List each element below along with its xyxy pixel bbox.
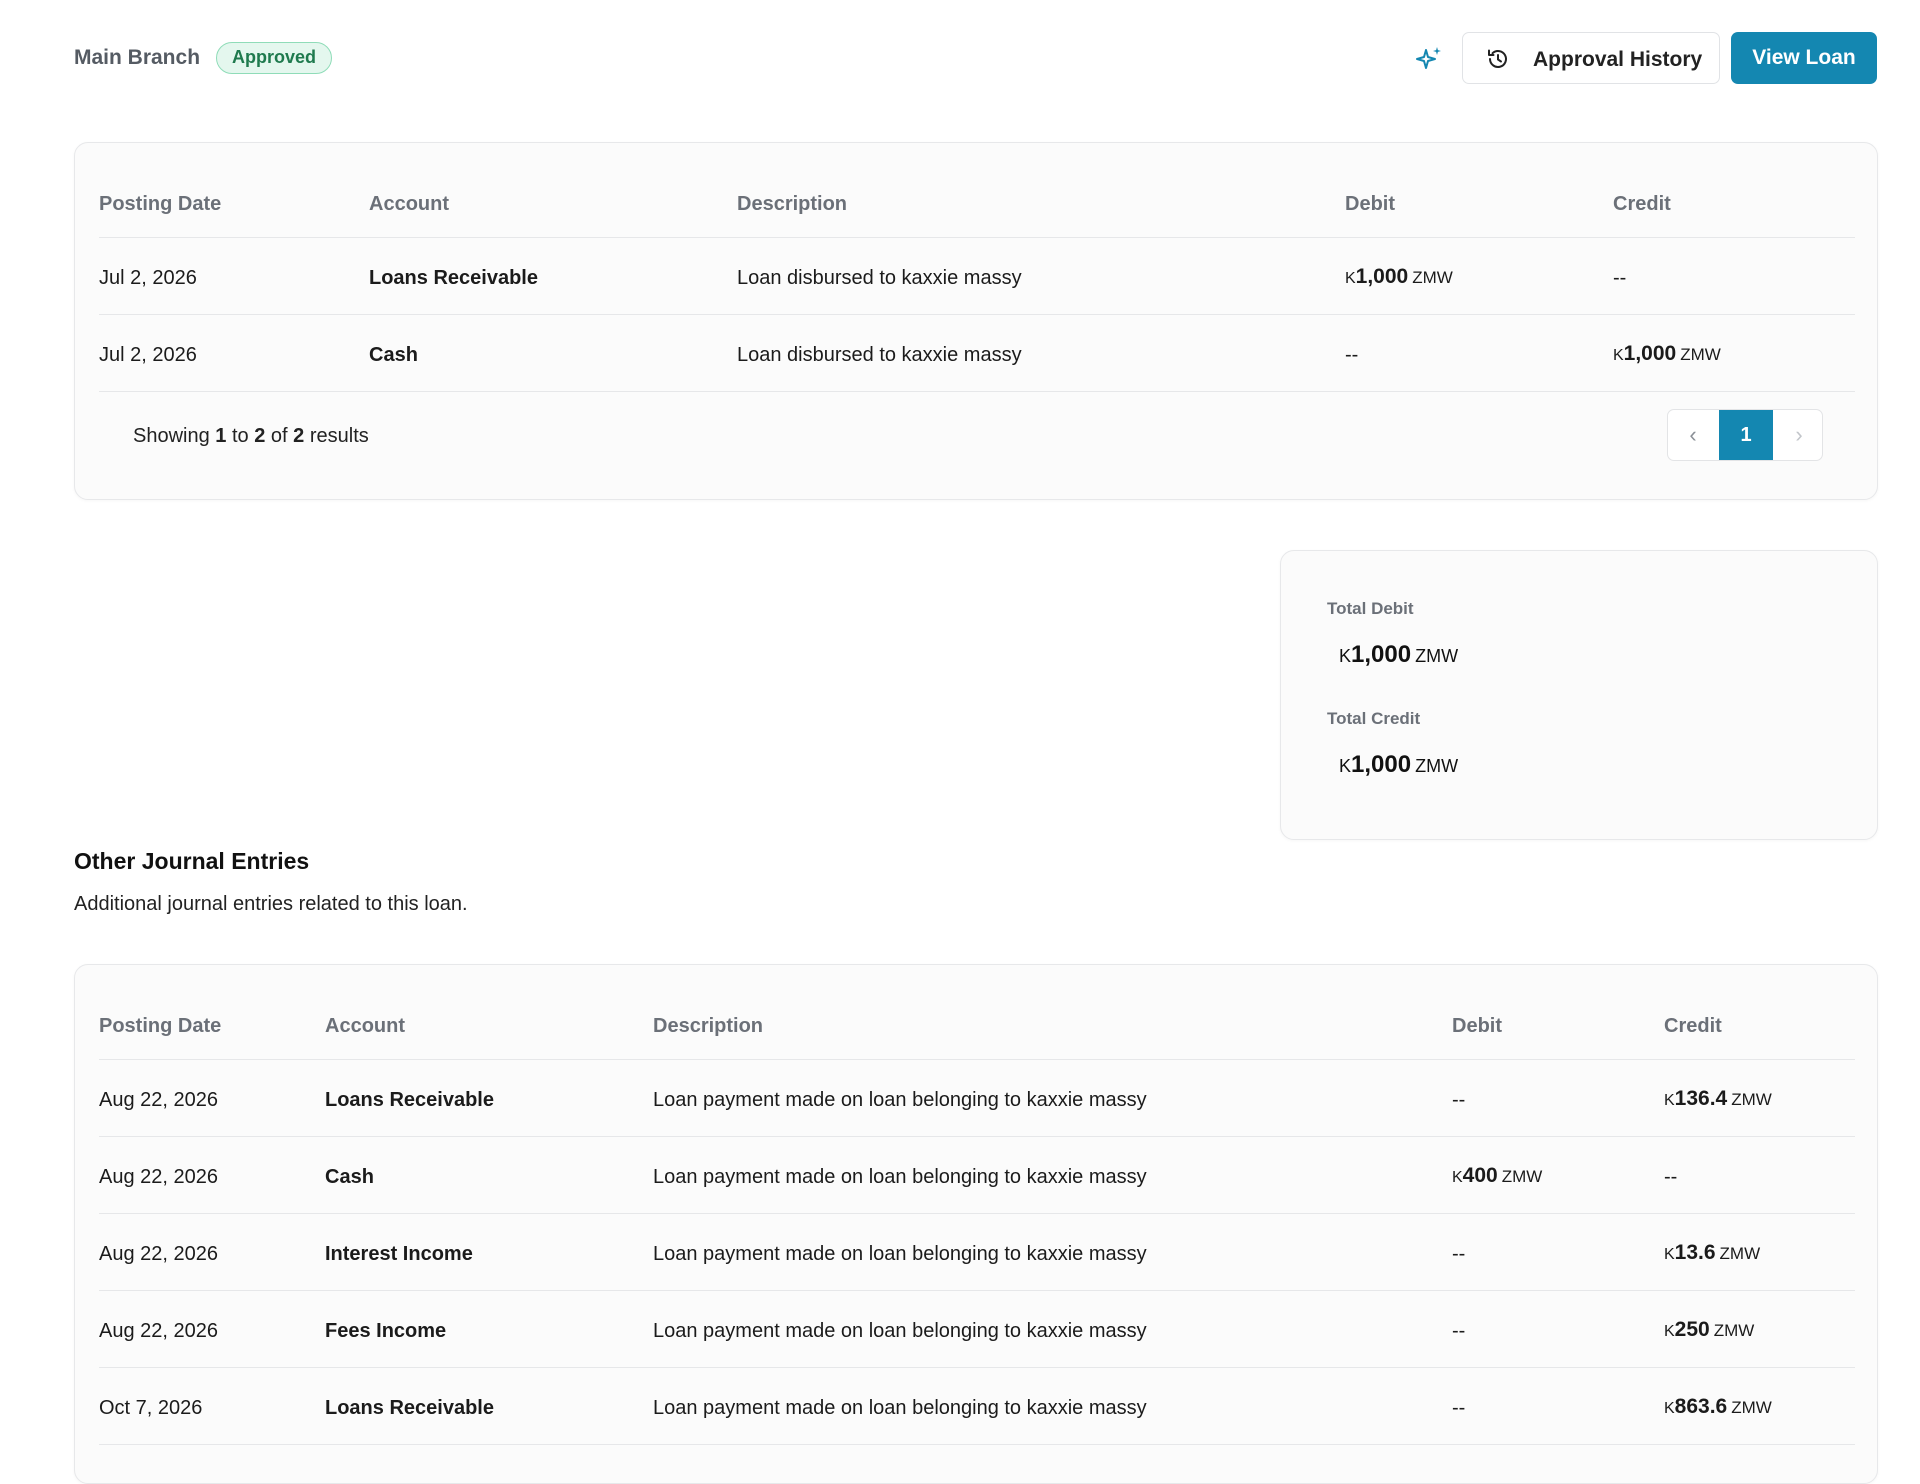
history-icon xyxy=(1488,49,1507,68)
row-debit: -- xyxy=(1452,1243,1466,1265)
col-description[interactable]: Description xyxy=(653,1015,763,1038)
row-credit: K863.6 ZMW xyxy=(1664,1395,1772,1418)
divider xyxy=(99,1367,1855,1368)
row-date: Aug 22, 2026 xyxy=(99,1243,218,1265)
row-date: Oct 7, 2026 xyxy=(99,1397,203,1419)
section-subtitle: Additional journal entries related to th… xyxy=(74,893,468,915)
row-account[interactable]: Loans Receivable xyxy=(325,1089,494,1112)
branch-name: Main Branch xyxy=(74,46,201,69)
row-credit: -- xyxy=(1664,1166,1678,1188)
row-credit: K136.4 ZMW xyxy=(1664,1087,1772,1110)
page-1-button[interactable]: 1 xyxy=(1719,410,1773,460)
total-credit-value: K1,000 ZMW xyxy=(1339,751,1459,778)
row-debit: -- xyxy=(1345,344,1359,366)
row-debit: K400 ZMW xyxy=(1452,1164,1543,1187)
row-description: Loan payment made on loan belonging to k… xyxy=(653,1397,1147,1419)
row-description: Loan disbursed to kaxxie massy xyxy=(737,267,1022,289)
row-date: Aug 22, 2026 xyxy=(99,1089,218,1111)
row-description: Loan payment made on loan belonging to k… xyxy=(653,1320,1147,1342)
row-account[interactable]: Cash xyxy=(369,344,418,367)
row-credit: K13.6 ZMW xyxy=(1664,1241,1761,1264)
other-entries-card: Posting Date Account Description Debit C… xyxy=(74,964,1878,1484)
row-date: Jul 2, 2026 xyxy=(99,267,197,289)
divider xyxy=(99,1444,1855,1445)
approval-history-label: Approval History xyxy=(1533,48,1703,71)
row-debit: -- xyxy=(1452,1397,1466,1419)
row-account[interactable]: Interest Income xyxy=(325,1243,473,1266)
divider xyxy=(99,314,1855,315)
chevron-left-icon[interactable]: ‹ xyxy=(1668,410,1718,460)
col-credit[interactable]: Credit xyxy=(1613,193,1671,216)
totals-card: Total Debit K1,000 ZMW Total Credit K1,00… xyxy=(1280,550,1878,840)
col-posting-date[interactable]: Posting Date xyxy=(99,193,221,216)
row-description: Loan disbursed to kaxxie massy xyxy=(737,344,1022,366)
row-debit: -- xyxy=(1452,1089,1466,1111)
divider xyxy=(99,237,1855,238)
row-date: Jul 2, 2026 xyxy=(99,344,197,366)
col-description[interactable]: Description xyxy=(737,193,847,216)
divider xyxy=(99,1213,1855,1214)
divider xyxy=(99,1290,1855,1291)
row-description: Loan payment made on loan belonging to k… xyxy=(653,1089,1147,1111)
row-credit: K250 ZMW xyxy=(1664,1318,1755,1341)
row-account[interactable]: Loans Receivable xyxy=(325,1397,494,1420)
approval-history-button[interactable]: Approval History xyxy=(1462,32,1720,84)
total-credit-label: Total Credit xyxy=(1327,709,1421,728)
pagination: ‹ 1 › xyxy=(1667,409,1823,461)
col-debit[interactable]: Debit xyxy=(1452,1015,1502,1038)
status-badge: Approved xyxy=(216,42,333,74)
divider xyxy=(99,1059,1855,1060)
divider xyxy=(99,1136,1855,1137)
col-credit[interactable]: Credit xyxy=(1664,1015,1722,1038)
row-debit: K1,000 ZMW xyxy=(1345,265,1453,288)
row-credit: -- xyxy=(1613,267,1627,289)
row-debit: -- xyxy=(1452,1320,1466,1342)
col-account[interactable]: Account xyxy=(325,1015,405,1038)
total-debit-label: Total Debit xyxy=(1327,599,1414,618)
total-debit-value: K1,000 ZMW xyxy=(1339,641,1459,668)
results-summary: Showing 1 to 2 of 2 results xyxy=(133,425,369,447)
chevron-right-icon[interactable]: › xyxy=(1774,410,1822,460)
row-account[interactable]: Fees Income xyxy=(325,1320,446,1343)
header-bar: Main Branch Approved Approval History Vi… xyxy=(0,0,1920,115)
row-date: Aug 22, 2026 xyxy=(99,1320,218,1342)
col-debit[interactable]: Debit xyxy=(1345,193,1395,216)
row-credit: K1,000 ZMW xyxy=(1613,342,1721,365)
journal-entries-card: Posting Date Account Description Debit C… xyxy=(74,142,1878,500)
row-account[interactable]: Cash xyxy=(325,1166,374,1189)
col-account[interactable]: Account xyxy=(369,193,449,216)
row-description: Loan payment made on loan belonging to k… xyxy=(653,1243,1147,1265)
sparkles-icon[interactable] xyxy=(1414,44,1444,74)
row-description: Loan payment made on loan belonging to k… xyxy=(653,1166,1147,1188)
section-title: Other Journal Entries xyxy=(74,848,310,874)
row-account[interactable]: Loans Receivable xyxy=(369,267,538,290)
view-loan-button[interactable]: View Loan xyxy=(1731,32,1877,84)
divider xyxy=(99,391,1855,392)
row-date: Aug 22, 2026 xyxy=(99,1166,218,1188)
col-posting-date[interactable]: Posting Date xyxy=(99,1015,221,1038)
